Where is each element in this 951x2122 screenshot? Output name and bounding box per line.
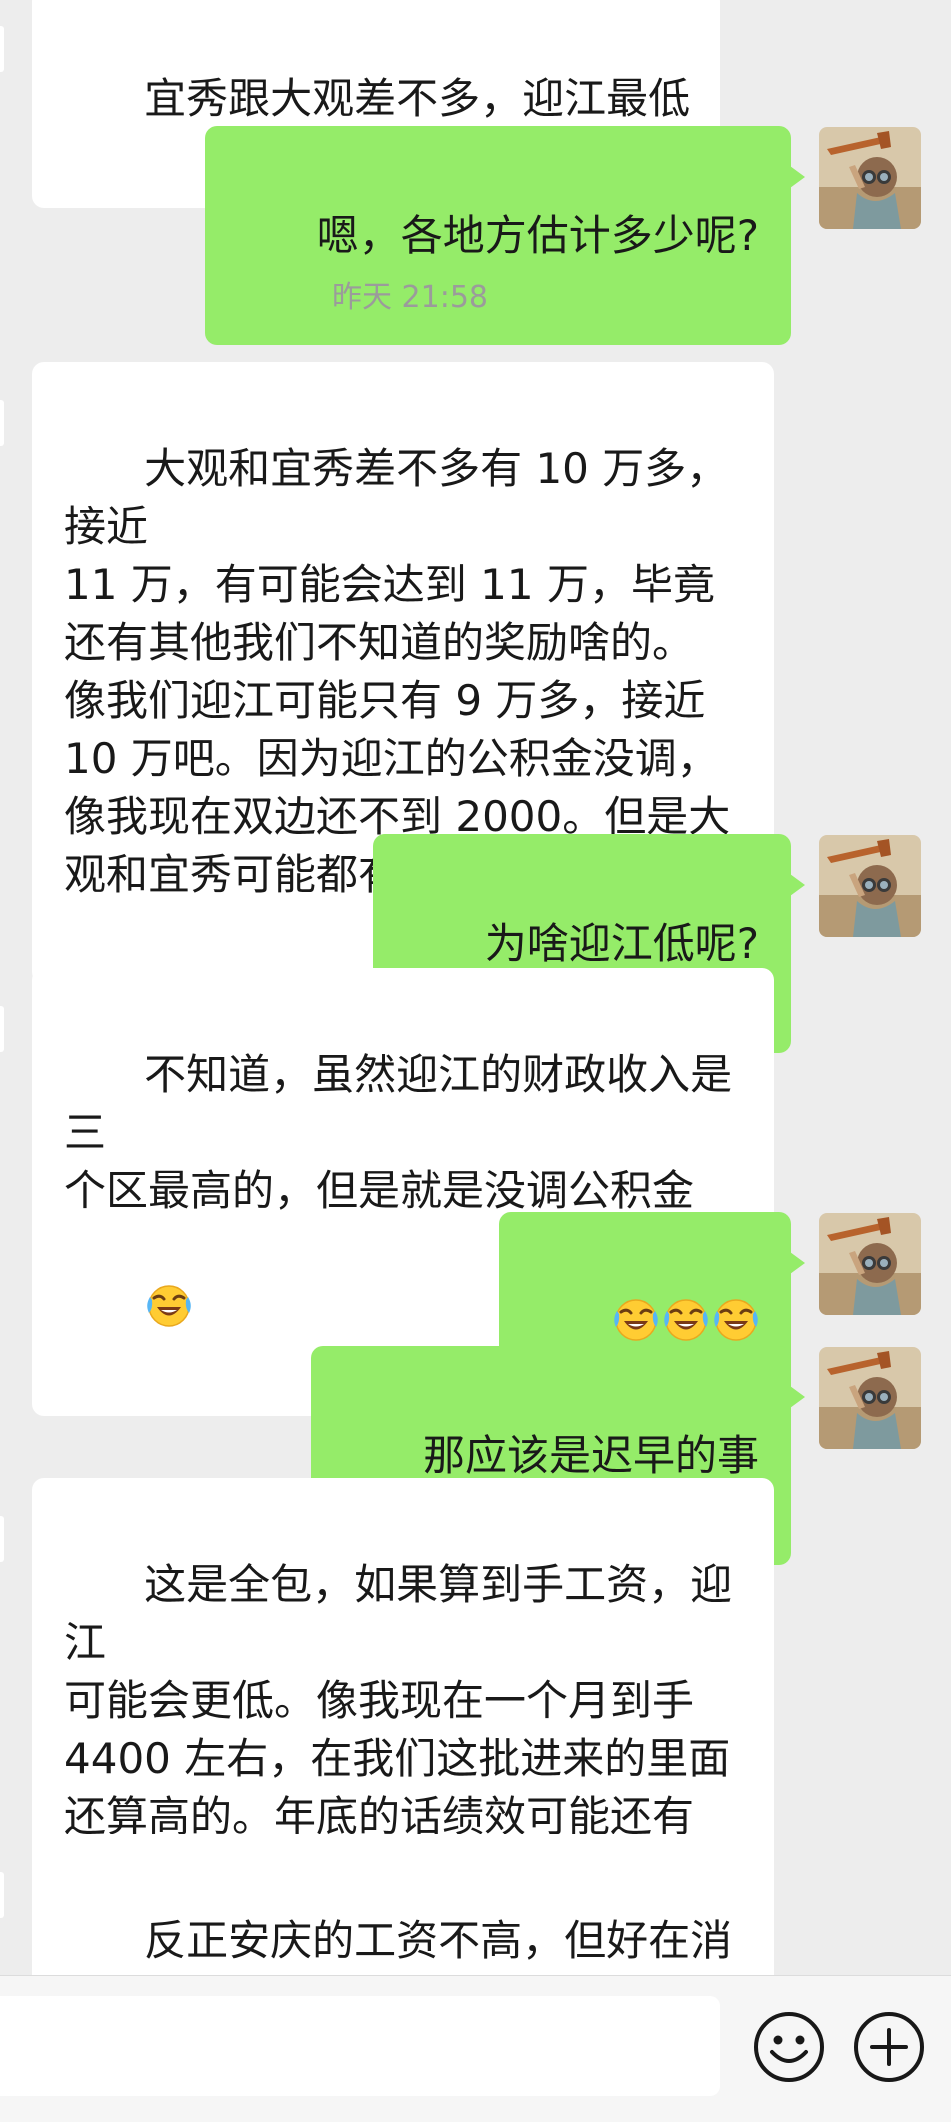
message-text: 不知道，虽然迎江的财政收入是三 个区最高的，但是就是没调公积金	[64, 1050, 733, 1215]
message-bubble-incoming[interactable]: 反正安庆的工资不高，但好在消费 也不是很高	[32, 1834, 774, 1975]
plus-circle-icon[interactable]	[852, 2010, 926, 2084]
message-text: 宜秀跟大观差不多，迎江最低	[144, 74, 691, 123]
laughing-crying-emoji-icon	[661, 1294, 711, 1344]
smiley-icon[interactable]	[752, 2010, 826, 2084]
input-bar	[0, 1975, 951, 2122]
timestamp: 昨天 21:58	[332, 280, 488, 315]
my-avatar[interactable]	[819, 1347, 921, 1449]
message-text: 为啥迎江低呢?	[484, 919, 759, 968]
message-text: 大观和宜秀差不多有 10 万多，接近 11 万，有可能会达到 11 万，毕竟 还…	[64, 444, 731, 899]
contact-avatar-edge[interactable]	[0, 1872, 4, 1918]
my-avatar[interactable]	[819, 1213, 921, 1315]
contact-avatar-edge[interactable]	[0, 1516, 4, 1562]
contact-avatar-edge[interactable]	[0, 400, 4, 446]
my-avatar[interactable]	[819, 835, 921, 937]
laughing-crying-emoji-icon	[144, 1280, 194, 1330]
contact-avatar-edge[interactable]	[0, 26, 4, 72]
laughing-crying-emoji-icon	[611, 1294, 661, 1344]
contact-avatar-edge[interactable]	[0, 1006, 4, 1052]
chat-area[interactable]: 宜秀跟大观差不多，迎江最低 嗯，各地方估计多少呢? 昨天 21:58 大观和宜秀…	[0, 0, 951, 1975]
message-text: 嗯，各地方估计多少呢?	[316, 211, 759, 260]
message-text: 那应该是迟早的事	[422, 1431, 759, 1480]
message-text: 这是全包，如果算到手工资，迎江 可能会更低。像我现在一个月到手 4400 左右，…	[64, 1560, 733, 1841]
message-input[interactable]	[0, 1996, 720, 2096]
message-text: 反正安庆的工资不高，但好在消费 也不是很高	[64, 1916, 733, 1975]
my-avatar[interactable]	[819, 127, 921, 229]
laughing-crying-emoji-icon	[711, 1294, 761, 1344]
